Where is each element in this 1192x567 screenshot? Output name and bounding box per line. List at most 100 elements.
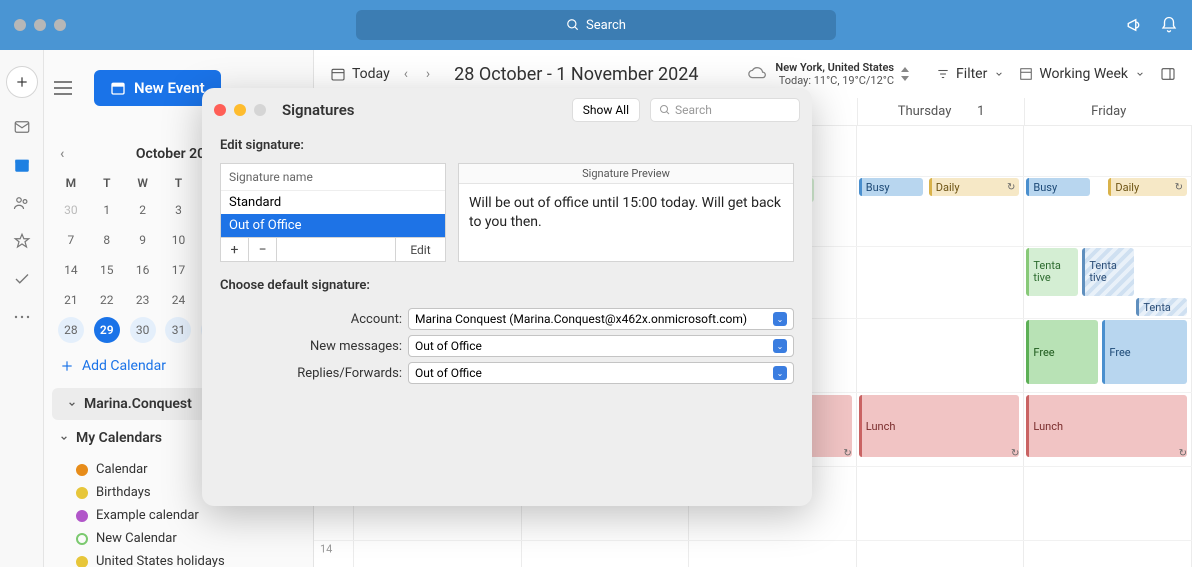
calendar-item[interactable]: New Calendar — [76, 527, 313, 550]
event-tentative[interactable]: Tenta — [1136, 298, 1187, 316]
people-icon[interactable] — [13, 194, 31, 212]
signature-item[interactable]: Standard — [221, 191, 445, 214]
bell-icon[interactable] — [1160, 16, 1178, 34]
chevron-down-icon — [1135, 69, 1145, 79]
more-icon[interactable] — [13, 308, 31, 326]
weather-detail: Today: 11°C, 19°C/12°C — [775, 74, 894, 87]
show-all-button[interactable]: Show All — [572, 98, 640, 122]
window-controls — [14, 19, 66, 31]
dialog-search[interactable]: Search — [650, 98, 800, 122]
remove-signature-button[interactable]: − — [249, 238, 277, 261]
dialog-close-dot[interactable] — [214, 104, 226, 116]
new-item-button[interactable] — [6, 66, 38, 98]
signature-item-selected[interactable]: Out of Office — [221, 214, 445, 237]
dialog-title: Signatures — [282, 101, 354, 119]
recurring-icon: ↻ — [1175, 182, 1183, 193]
hamburger-icon[interactable] — [52, 81, 74, 95]
newmsg-select[interactable]: Out of Office ⌄ — [408, 335, 794, 357]
my-calendars-label: My Calendars — [76, 430, 162, 446]
account-field-label: Account: — [220, 312, 402, 327]
signature-list[interactable]: Standard Out of Office — [221, 191, 445, 237]
recurring-icon: ↻ — [1179, 448, 1187, 459]
search-icon — [566, 18, 580, 32]
minimize-window-dot[interactable] — [34, 19, 46, 31]
calendar-icon[interactable] — [13, 156, 31, 174]
event-daily[interactable]: Daily↻ — [1108, 178, 1187, 196]
signature-list-header: Signature name — [221, 164, 445, 191]
dialog-search-placeholder: Search — [675, 103, 712, 117]
recurring-icon: ↻ — [843, 448, 851, 459]
mini-prev[interactable]: ‹ — [60, 146, 64, 162]
signature-preview-box: Signature Preview Will be out of office … — [458, 163, 794, 262]
defaults-section: Account: Marina Conquest (Marina.Conques… — [202, 299, 812, 403]
filter-button[interactable]: Filter — [936, 66, 1005, 82]
dialog-minimize-dot[interactable] — [234, 104, 246, 116]
newmsg-value: Out of Office — [415, 339, 482, 353]
hour-label: 14 — [320, 543, 332, 556]
signatures-dialog: Signatures Show All Search Edit signatur… — [202, 88, 812, 506]
megaphone-icon[interactable] — [1126, 16, 1144, 34]
search-icon — [659, 104, 671, 116]
weather-widget[interactable]: New York, United States Today: 11°C, 19°… — [747, 61, 910, 87]
replies-select[interactable]: Out of Office ⌄ — [408, 362, 794, 384]
event-lunch[interactable]: Lunch — [1026, 395, 1187, 457]
event-busy[interactable]: Busy — [1026, 178, 1090, 196]
topbar-actions — [1126, 16, 1178, 34]
add-signature-button[interactable]: + — [221, 238, 249, 261]
nav-rail — [0, 50, 44, 567]
newmsg-field-label: New messages: — [220, 339, 402, 354]
zoom-window-dot[interactable] — [54, 19, 66, 31]
mail-icon[interactable] — [13, 118, 31, 136]
dialog-zoom-dot — [254, 104, 266, 116]
titlebar: Search — [0, 0, 1192, 50]
chevron-down-icon — [995, 69, 1005, 79]
edit-signature-button[interactable]: Edit — [395, 238, 445, 261]
event-lunch[interactable]: Lunch — [859, 395, 1020, 457]
plus-icon — [60, 359, 74, 373]
choose-default-label: Choose default signature: — [202, 272, 812, 299]
close-window-dot[interactable] — [14, 19, 26, 31]
filter-label: Filter — [956, 66, 987, 82]
replies-value: Out of Office — [415, 366, 482, 380]
filter-icon — [936, 67, 950, 81]
preview-header: Signature Preview — [459, 164, 793, 184]
event-tentative[interactable]: Tentative — [1082, 248, 1134, 296]
event-tentative[interactable]: Tentative — [1026, 248, 1078, 296]
star-icon[interactable] — [13, 232, 31, 250]
account-value: Marina Conquest (Marina.Conquest@x462x.o… — [415, 312, 747, 326]
grid-icon — [1019, 67, 1033, 81]
updown-icon — [900, 67, 910, 81]
cloud-icon — [747, 63, 769, 85]
today-button[interactable]: Today — [330, 66, 390, 82]
signature-list-buttons: + − Edit — [221, 237, 445, 261]
event-free[interactable]: Free — [1102, 320, 1187, 384]
calendar-item[interactable]: United States holidays — [76, 550, 313, 567]
select-chevron-icon: ⌄ — [773, 339, 787, 353]
next-week[interactable]: › — [422, 66, 434, 82]
edit-signature-label: Edit signature: — [202, 132, 812, 159]
dialog-titlebar: Signatures Show All Search — [202, 88, 812, 132]
preview-body: Will be out of office until 15:00 today.… — [459, 184, 793, 261]
event-daily[interactable]: Daily↻ — [929, 178, 1020, 196]
view-selector[interactable]: Working Week — [1019, 66, 1146, 82]
day-column: Busy Daily↻ Tentative Tentative Tenta Fr… — [1024, 126, 1192, 567]
select-chevron-icon: ⌄ — [773, 312, 787, 326]
view-label: Working Week — [1039, 66, 1128, 82]
event-busy[interactable]: Busy — [859, 178, 923, 196]
calendar-plus-icon — [110, 80, 126, 96]
global-search[interactable]: Search — [356, 10, 836, 40]
checkmark-icon[interactable] — [13, 270, 31, 288]
signature-list-box: Signature name Standard Out of Office + … — [220, 163, 446, 262]
calendar-item[interactable]: Example calendar — [76, 504, 313, 527]
panel-icon[interactable] — [1160, 66, 1176, 82]
event-free[interactable]: Free — [1026, 320, 1098, 384]
prev-week[interactable]: ‹ — [400, 66, 412, 82]
day-header: Friday — [1024, 98, 1192, 125]
search-placeholder: Search — [586, 18, 626, 33]
calendar-today-icon — [330, 66, 346, 82]
account-select[interactable]: Marina Conquest (Marina.Conquest@x462x.o… — [408, 308, 794, 330]
recurring-icon: ↻ — [1011, 448, 1019, 459]
new-event-label: New Event — [134, 79, 205, 97]
today-label: Today — [352, 66, 390, 82]
chevron-down-icon — [67, 399, 77, 409]
